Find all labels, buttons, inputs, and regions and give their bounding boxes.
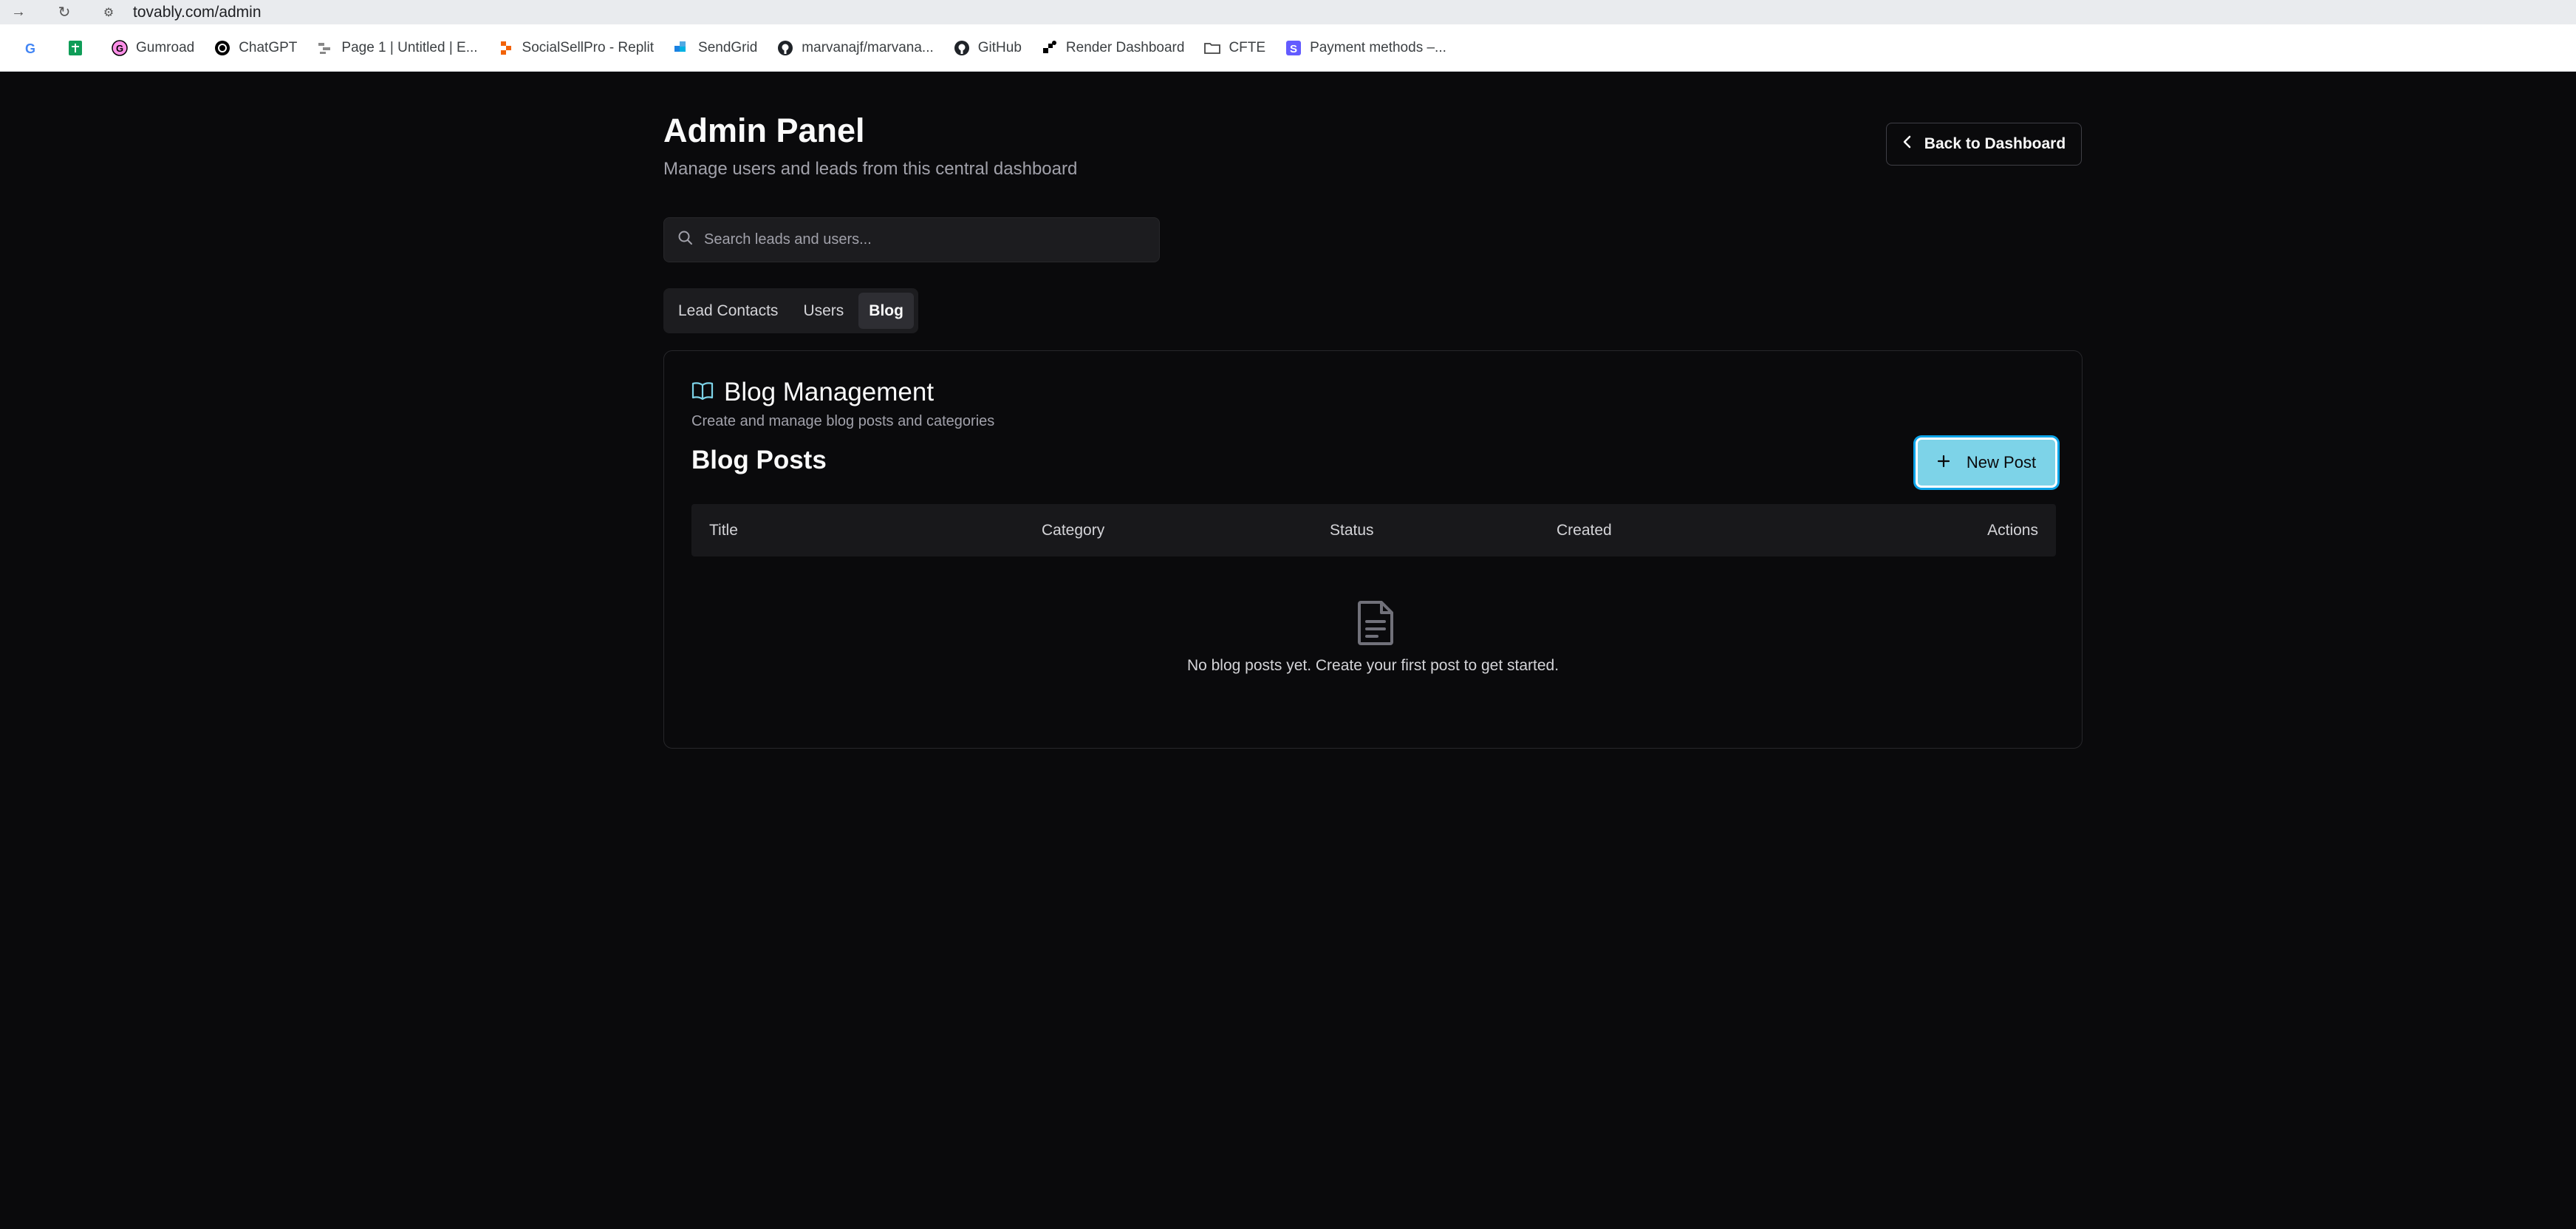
- new-post-label: New Post: [1966, 453, 2037, 471]
- empty-state-text: No blog posts yet. Create your first pos…: [1186, 657, 1559, 674]
- bookmark-label: SocialSellPro - Replit: [522, 39, 655, 55]
- chevron-left-icon: [1902, 135, 1913, 153]
- tab-blog[interactable]: Blog: [858, 293, 914, 329]
- new-post-button[interactable]: New Post: [1916, 438, 2057, 488]
- bookmarks-bar: G G Gumroad ChatGPT Page 1 | Untitled | …: [0, 24, 2576, 72]
- sheets-icon: [66, 39, 84, 57]
- plus-icon: [1937, 453, 1950, 472]
- bookmark-label: Page 1 | Untitled | E...: [341, 39, 478, 55]
- bookmark-render[interactable]: Render Dashboard: [1041, 39, 1185, 57]
- bookmark-chatgpt[interactable]: ChatGPT: [213, 39, 297, 57]
- column-title: Title: [709, 521, 738, 539]
- bookmark-sendgrid[interactable]: SendGrid: [673, 39, 757, 57]
- search-box[interactable]: [663, 217, 1160, 262]
- folder-icon: [1203, 39, 1221, 57]
- bookmark-label: Gumroad: [136, 39, 195, 55]
- card-title: Blog Management: [724, 378, 935, 406]
- gumroad-icon: G: [111, 39, 129, 57]
- blog-posts-heading: Blog Posts: [691, 446, 827, 474]
- bookmark-stripe[interactable]: S Payment methods –...: [1285, 39, 1446, 57]
- site-settings-icon[interactable]: ⚙: [100, 4, 117, 21]
- bookmark-gumroad[interactable]: G Gumroad: [111, 39, 194, 57]
- admin-page: Admin Panel Manage users and leads from …: [0, 72, 2576, 1229]
- bookmark-label: Render Dashboard: [1065, 39, 1185, 55]
- page-title: Admin Panel: [663, 112, 865, 149]
- render-icon: [1041, 39, 1059, 57]
- svg-text:S: S: [1290, 43, 1297, 55]
- search-icon: [677, 230, 694, 250]
- bookmark-sheets[interactable]: [66, 39, 92, 57]
- svg-text:G: G: [116, 43, 123, 54]
- stripe-icon: S: [1285, 39, 1302, 57]
- bookmark-label: CFTE: [1229, 39, 1266, 55]
- tab-users[interactable]: Users: [793, 293, 854, 329]
- url-text[interactable]: tovably.com/admin: [133, 4, 262, 21]
- github-icon: [776, 39, 794, 57]
- book-open-icon: [691, 381, 714, 405]
- forward-icon[interactable]: →: [10, 4, 27, 21]
- back-to-dashboard-button[interactable]: Back to Dashboard: [1886, 123, 2082, 166]
- reload-icon[interactable]: ↻: [56, 4, 72, 21]
- bookmark-label: SendGrid: [698, 39, 758, 55]
- replit-icon: [497, 39, 515, 57]
- bookmark-label: Payment methods –...: [1310, 39, 1446, 55]
- bookmark-google[interactable]: G: [22, 39, 47, 57]
- sendgrid-icon: [673, 39, 691, 57]
- bookmark-label: ChatGPT: [239, 39, 298, 55]
- tab-lead-contacts[interactable]: Lead Contacts: [668, 293, 788, 329]
- svg-text:G: G: [25, 41, 35, 56]
- bookmark-github[interactable]: GitHub: [953, 39, 1022, 57]
- bookmark-label: GitHub: [977, 39, 1022, 55]
- blog-management-card: Blog Management Create and manage blog p…: [663, 350, 2083, 749]
- address-bar: → ↻ ⚙ tovably.com/admin: [0, 0, 2576, 24]
- github-icon: [953, 39, 971, 57]
- bookmark-page[interactable]: Page 1 | Untitled | E...: [316, 39, 478, 57]
- table-header: Title Category Status Created Actions: [691, 504, 2056, 556]
- search-input[interactable]: [704, 231, 1147, 248]
- column-actions: Actions: [1987, 521, 2038, 539]
- bookmark-replit[interactable]: SocialSellPro - Replit: [497, 39, 654, 57]
- column-category: Category: [1042, 521, 1105, 539]
- back-button-label: Back to Dashboard: [1924, 135, 2066, 152]
- column-created: Created: [1557, 521, 1612, 539]
- tab-list: Lead Contacts Users Blog: [663, 288, 918, 333]
- column-status: Status: [1330, 521, 1374, 539]
- bookmark-cfte[interactable]: CFTE: [1203, 39, 1265, 57]
- bookmark-github-repo[interactable]: marvanajf/marvana...: [776, 39, 934, 57]
- card-header: Blog Management: [691, 378, 934, 407]
- page-icon: [316, 39, 334, 57]
- page-subtitle: Manage users and leads from this central…: [663, 159, 1078, 179]
- file-text-icon: [1355, 599, 1398, 647]
- card-description: Create and manage blog posts and categor…: [691, 413, 995, 429]
- bookmark-label: marvanajf/marvana...: [802, 39, 934, 55]
- chatgpt-icon: [213, 39, 231, 57]
- google-icon: G: [22, 39, 40, 57]
